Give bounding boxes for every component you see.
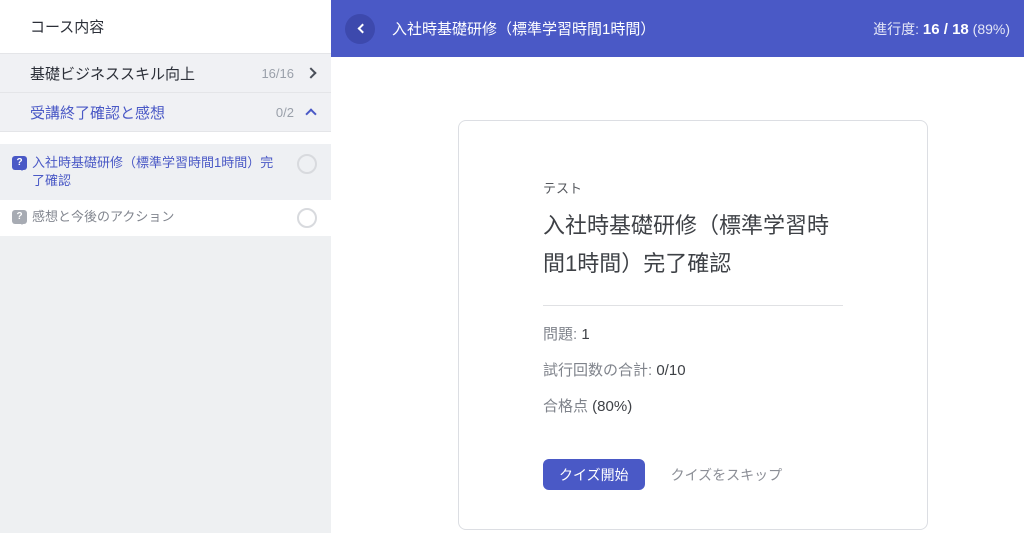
start-quiz-button[interactable]: クイズ開始 bbox=[543, 459, 645, 490]
stat-questions: 問題: 1 bbox=[543, 325, 843, 345]
lecture-title: 入社時基礎研修（標準学習時間1時間） bbox=[392, 18, 873, 39]
back-button[interactable] bbox=[345, 14, 375, 44]
progress-label: 進行度: bbox=[873, 21, 923, 37]
section-progress-count: 16/16 bbox=[261, 66, 294, 81]
chevron-right-icon bbox=[305, 67, 316, 78]
chevron-up-icon bbox=[305, 108, 316, 119]
sidebar-section-completion-and-feedback[interactable]: 受講終了確認と感想 0/2 bbox=[0, 93, 331, 132]
section-progress-count: 0/2 bbox=[276, 105, 294, 120]
stat-value: (80%) bbox=[592, 398, 632, 415]
quiz-bubble-icon: ? bbox=[12, 156, 27, 170]
lecture-item-label: 感想と今後のアクション bbox=[32, 208, 297, 228]
course-sidebar: コース内容 基礎ビジネススキル向上 16/16 受講終了確認と感想 0/2 ? … bbox=[0, 0, 331, 533]
progress-value: 16 / 18 bbox=[923, 21, 969, 38]
sidebar-empty-area bbox=[0, 236, 331, 533]
stat-label: 合格点 bbox=[543, 398, 592, 415]
section-label: 基礎ビジネススキル向上 bbox=[30, 63, 261, 84]
divider bbox=[543, 305, 843, 306]
stat-label: 試行回数の合計: bbox=[543, 362, 656, 379]
progress-indicator: 進行度: 16 / 18 (89%) bbox=[873, 19, 1010, 39]
progress-percent: (89%) bbox=[969, 21, 1010, 37]
lecture-item-completion-quiz[interactable]: ? 入社時基礎研修（標準学習時間1時間）完了確認 bbox=[0, 144, 331, 200]
sidebar-title: コース内容 bbox=[0, 0, 331, 54]
lecture-item-feedback-actions[interactable]: ? 感想と今後のアクション bbox=[0, 200, 331, 236]
incomplete-circle-icon bbox=[297, 154, 317, 174]
incomplete-circle-icon bbox=[297, 208, 317, 228]
quiz-bubble-icon: ? bbox=[12, 210, 27, 224]
quiz-start-card: テスト 入社時基礎研修（標準学習時間1時間）完了確認 問題: 1 試行回数の合計… bbox=[458, 120, 928, 530]
lecture-list: ? 入社時基礎研修（標準学習時間1時間）完了確認 ? 感想と今後のアクション bbox=[0, 132, 331, 236]
lecture-header-bar: 入社時基礎研修（標準学習時間1時間） 進行度: 16 / 18 (89%) bbox=[331, 0, 1024, 57]
course-player: コース内容 基礎ビジネススキル向上 16/16 受講終了確認と感想 0/2 ? … bbox=[0, 0, 1024, 533]
stat-attempts: 試行回数の合計: 0/10 bbox=[543, 361, 843, 381]
quiz-title: 入社時基礎研修（標準学習時間1時間）完了確認 bbox=[543, 207, 843, 283]
skip-quiz-link[interactable]: クイズをスキップ bbox=[671, 465, 783, 485]
stat-value: 1 bbox=[581, 326, 589, 343]
lecture-content: テスト 入社時基礎研修（標準学習時間1時間）完了確認 問題: 1 試行回数の合計… bbox=[331, 57, 1024, 533]
stat-value: 0/10 bbox=[656, 362, 685, 379]
section-label: 受講終了確認と感想 bbox=[30, 102, 276, 123]
main-area: 入社時基礎研修（標準学習時間1時間） 進行度: 16 / 18 (89%) テス… bbox=[331, 0, 1024, 533]
quiz-stats: 問題: 1 試行回数の合計: 0/10 合格点 (80%) bbox=[543, 325, 843, 417]
stat-label: 問題: bbox=[543, 326, 581, 343]
sidebar-section-basic-business-skills[interactable]: 基礎ビジネススキル向上 16/16 bbox=[0, 54, 331, 93]
quiz-type-label: テスト bbox=[543, 178, 843, 197]
lecture-item-label: 入社時基礎研修（標準学習時間1時間）完了確認 bbox=[32, 154, 297, 190]
quiz-actions: クイズ開始 クイズをスキップ bbox=[543, 459, 843, 490]
stat-passing-score: 合格点 (80%) bbox=[543, 397, 843, 417]
chevron-left-icon bbox=[357, 24, 367, 34]
